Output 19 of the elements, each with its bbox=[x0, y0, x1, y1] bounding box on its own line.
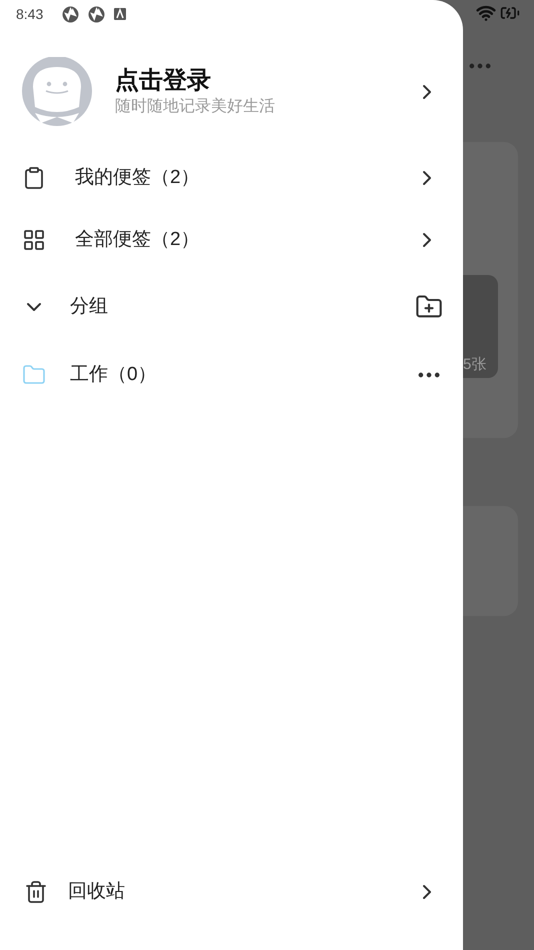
drawer-menu-item[interactable]: 全部便签（2） bbox=[0, 209, 463, 271]
drawer-menu-item[interactable]: 我的便签（2） bbox=[0, 147, 463, 209]
app-notification-icon bbox=[114, 8, 126, 20]
grid-icon bbox=[22, 228, 46, 252]
aperture-icon bbox=[88, 6, 106, 22]
wifi-icon bbox=[476, 3, 496, 23]
login-subtitle: 随时随地记录美好生活 bbox=[115, 96, 276, 117]
login-title: 点击登录 bbox=[115, 66, 212, 96]
profile-row[interactable]: 点击登录 随时随地记录美好生活 bbox=[0, 57, 463, 127]
status-time: 8:43 bbox=[16, 4, 44, 24]
folder-icon bbox=[22, 363, 46, 387]
image-count-label: 5张 bbox=[463, 355, 486, 375]
trash-item[interactable]: 回收站 bbox=[0, 862, 463, 922]
clipboard-icon bbox=[22, 166, 46, 190]
group-item[interactable]: 工作（0） bbox=[0, 343, 463, 407]
aperture-icon bbox=[62, 6, 80, 22]
trash-icon bbox=[24, 880, 48, 904]
avatar bbox=[21, 57, 93, 127]
group-header[interactable]: 分组 bbox=[0, 271, 463, 343]
